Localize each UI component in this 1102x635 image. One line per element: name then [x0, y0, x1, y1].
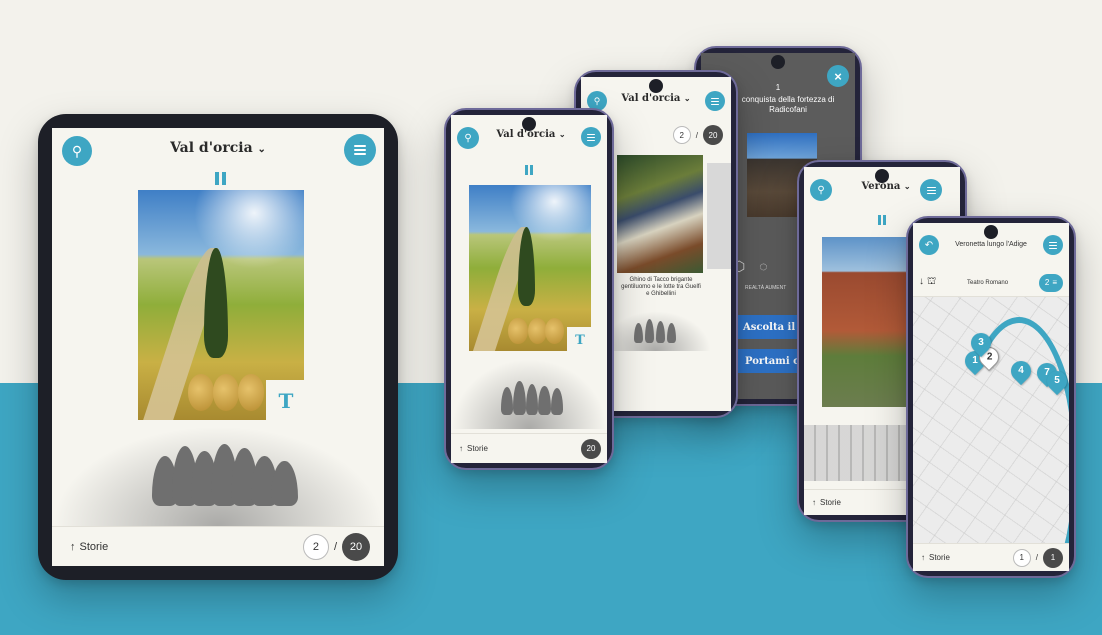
place-name: Teatro Romano: [967, 279, 1009, 286]
phone-story-screen: ⚲ Val d'orcia ⌄ T ↑ Storie 20: [451, 115, 607, 463]
page-current[interactable]: 2: [672, 126, 691, 144]
menu-button[interactable]: [581, 127, 601, 147]
text-mode-button[interactable]: T: [266, 380, 306, 422]
phone-story: ⚲ Val d'orcia ⌄ T ↑ Storie 20: [444, 108, 614, 470]
chevron-down-icon: ⌄: [903, 181, 911, 191]
ar-icons: ⬡ ◌: [733, 258, 768, 275]
page-title[interactable]: Val d'orcia ⌄: [496, 129, 565, 140]
next-story-preview[interactable]: [707, 163, 731, 269]
arena-illustration: [804, 425, 914, 481]
page-total[interactable]: 20: [703, 125, 723, 145]
pause-icon[interactable]: [878, 215, 886, 225]
phone-map: ↶ Veronetta lungo l'Adige ↓ ⛫ Teatro Rom…: [906, 216, 1076, 578]
arrow-up-icon: ↑: [70, 540, 76, 553]
list-icon: ≡: [1052, 278, 1057, 287]
menu-icon: [926, 186, 936, 194]
italy-map-icon: ⚲: [464, 132, 472, 144]
pager: 2 / 20: [672, 125, 723, 145]
close-icon: ×: [834, 68, 842, 84]
arrow-up-icon: ↑: [921, 553, 925, 562]
cypress-illustration: [451, 359, 607, 429]
logo-button[interactable]: ⚲: [62, 136, 92, 166]
page-title[interactable]: Val d'orcia ⌄: [621, 93, 690, 104]
bottom-bar: ↑ Storie 2 / 20: [52, 526, 384, 566]
page-total[interactable]: 20: [342, 532, 370, 561]
pager: 1 / 1: [1012, 547, 1063, 568]
theatre-icon[interactable]: ⛫: [927, 276, 936, 289]
stories-link[interactable]: ↑ Storie: [921, 553, 950, 562]
map-view[interactable]: 1 2 3 4 7 5: [913, 297, 1069, 543]
menu-button[interactable]: [920, 179, 942, 201]
menu-icon: [587, 133, 595, 141]
story-painting: [617, 155, 703, 273]
ar-label: REALTÀ AUMENT: [745, 285, 787, 291]
map-pin[interactable]: 3: [966, 328, 996, 358]
tablet-device: ⚲ Val d'orcia ⌄ T ↑ Storie 2 / 20: [38, 114, 398, 580]
map-toolbar: ↓ ⛫ Teatro Romano 2 ≡: [913, 269, 1069, 297]
cypress-illustration: [601, 311, 711, 351]
menu-button[interactable]: [1043, 235, 1063, 255]
arrow-down-icon[interactable]: ↓: [919, 276, 924, 289]
logo-button[interactable]: ⚲: [810, 179, 832, 201]
logo-button[interactable]: ⚲: [457, 127, 479, 149]
page-title: Veronetta lungo l'Adige: [955, 241, 1027, 248]
back-arrow-icon: ↶: [924, 239, 934, 251]
back-button[interactable]: ↶: [919, 235, 939, 255]
menu-icon: [711, 97, 719, 105]
stories-link[interactable]: ↑ Storie: [812, 498, 841, 507]
italy-map-icon: ⚲: [71, 142, 83, 159]
chapter-heading: conquista della fortezza di Radicofani: [741, 95, 835, 114]
page-current[interactable]: 2: [302, 533, 329, 560]
chevron-down-icon: ⌄: [257, 144, 266, 155]
pause-icon[interactable]: [525, 165, 533, 175]
chevron-down-icon: ⌄: [558, 129, 566, 139]
tablet-screen: ⚲ Val d'orcia ⌄ T ↑ Storie 2 / 20: [52, 128, 384, 566]
chevron-down-icon: ⌄: [683, 93, 691, 103]
page-title[interactable]: Verona ⌄: [861, 181, 910, 192]
stories-link[interactable]: ↑ Storie: [459, 444, 488, 453]
toolbar-icons: ↓ ⛫: [919, 276, 936, 289]
menu-icon: [354, 145, 366, 155]
menu-button[interactable]: [705, 91, 725, 111]
page-total[interactable]: 1: [1043, 547, 1063, 568]
page-title[interactable]: Val d'orcia ⌄: [170, 140, 266, 156]
text-mode-button[interactable]: T: [567, 327, 593, 353]
italy-map-icon: ⚲: [593, 95, 601, 106]
page-current[interactable]: 1: [1012, 548, 1031, 567]
phone-map-screen: ↶ Veronetta lungo l'Adige ↓ ⛫ Teatro Rom…: [913, 223, 1069, 571]
cypress-illustration: [52, 426, 384, 526]
list-chip[interactable]: 2 ≡: [1038, 273, 1063, 292]
story-caption: Ghino di Tacco brigante gentiluomo e le …: [621, 277, 701, 298]
globe-icon[interactable]: ◌: [759, 258, 767, 275]
menu-button[interactable]: [344, 134, 376, 166]
map-pin[interactable]: 5: [1042, 366, 1069, 396]
bottom-bar: ↑ Storie 20: [451, 433, 607, 463]
map-pin[interactable]: 4: [1006, 356, 1036, 386]
menu-icon: [1049, 241, 1057, 249]
bottom-bar: ↑ Storie 1 / 1: [913, 543, 1069, 571]
italy-map-icon: ⚲: [817, 184, 825, 196]
page-total[interactable]: 20: [581, 438, 601, 459]
arrow-up-icon: ↑: [812, 498, 816, 507]
stories-link[interactable]: ↑ Storie: [70, 541, 108, 553]
arrow-up-icon: ↑: [459, 444, 463, 453]
pager: 2 / 20: [302, 532, 370, 561]
pause-icon[interactable]: [215, 172, 226, 185]
